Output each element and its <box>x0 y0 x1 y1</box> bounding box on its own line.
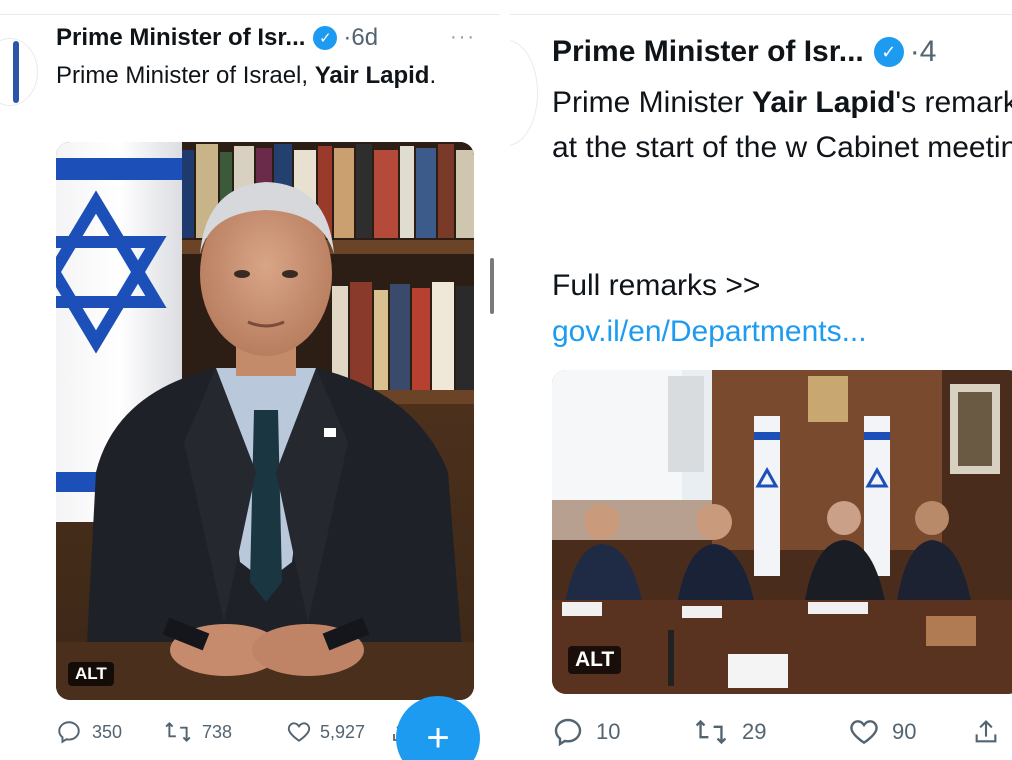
author-name[interactable]: Prime Minister of Isr... <box>552 35 864 69</box>
retweet-count: 29 <box>742 719 767 744</box>
like-icon <box>287 722 311 742</box>
full-remarks-text: Full remarks >> <box>552 269 761 302</box>
reply-button[interactable]: 10 <box>552 716 694 748</box>
time-text: 6d <box>351 24 379 51</box>
top-divider <box>510 14 1012 15</box>
tweet-text-pre: Prime Minister <box>552 86 753 119</box>
tweet-photo[interactable]: ALT <box>56 142 474 700</box>
author-name[interactable]: Prime Minister of Isr... <box>56 24 305 52</box>
action-bar: 10 29 90 <box>552 714 1000 750</box>
like-count: 5,927 <box>320 721 366 742</box>
verified-icon: ✓ <box>313 26 338 50</box>
right-tweet: Prime Minister of Isr... ✓ ·4 Prime Mini… <box>510 0 1012 760</box>
like-button[interactable]: 90 <box>848 716 972 748</box>
reply-icon <box>58 721 80 744</box>
like-button[interactable]: 5,927 <box>286 719 390 745</box>
action-bar: 350 738 5,927 <box>56 716 414 748</box>
author-row: Prime Minister of Isr... ✓ ·4 <box>552 32 936 72</box>
reply-icon <box>554 718 582 747</box>
tweet-text-end: . <box>429 62 437 89</box>
retweet-button[interactable]: 29 <box>694 716 848 748</box>
retweet-icon <box>695 719 727 745</box>
left-tweet: Prime Minister of Isr... ✓ ·6d ··· Prime… <box>0 0 500 760</box>
share-button[interactable] <box>972 716 1000 748</box>
reply-button[interactable]: 350 <box>56 719 164 745</box>
tweet-link[interactable]: gov.il/en/Departments... <box>552 312 867 351</box>
reply-count: 350 <box>92 721 123 742</box>
retweet-button[interactable]: 738 <box>164 719 286 745</box>
plus-icon: + <box>426 715 450 760</box>
avatar[interactable] <box>510 40 538 146</box>
time-text: 4 <box>919 35 937 68</box>
portrait-photo <box>56 142 474 700</box>
tweet-text-bold: Yair Lapid <box>752 86 896 119</box>
tweet-text: Prime Minister Yair Lapid's remarks at t… <box>552 80 1012 170</box>
verified-icon: ✓ <box>873 37 904 67</box>
retweet-icon <box>165 722 191 742</box>
author-row: Prime Minister of Isr... ✓ ·6d <box>56 22 378 54</box>
retweet-count: 738 <box>202 721 233 742</box>
top-divider <box>0 14 500 15</box>
reply-count: 10 <box>596 719 621 744</box>
tweet-photo[interactable]: ALT <box>552 370 1012 694</box>
cabinet-photo <box>552 370 1012 694</box>
like-icon <box>850 720 878 745</box>
tweet-text-bold: Yair Lapid <box>314 62 430 89</box>
like-count: 90 <box>892 719 917 744</box>
more-icon[interactable]: ··· <box>450 26 476 49</box>
alt-badge[interactable]: ALT <box>68 662 114 686</box>
tweet-text-plain: Prime Minister of Israel, <box>56 62 315 89</box>
timestamp[interactable]: ·6d <box>343 24 378 52</box>
tweet-text: Prime Minister of Israel, Yair Lapid. <box>56 60 456 91</box>
alt-badge[interactable]: ALT <box>568 646 622 674</box>
emblem-icon <box>13 41 19 103</box>
compose-button[interactable]: + <box>396 696 480 760</box>
share-icon <box>975 720 997 743</box>
scrollbar[interactable] <box>490 258 494 314</box>
timestamp[interactable]: ·4 <box>910 35 937 69</box>
avatar[interactable] <box>0 38 38 106</box>
